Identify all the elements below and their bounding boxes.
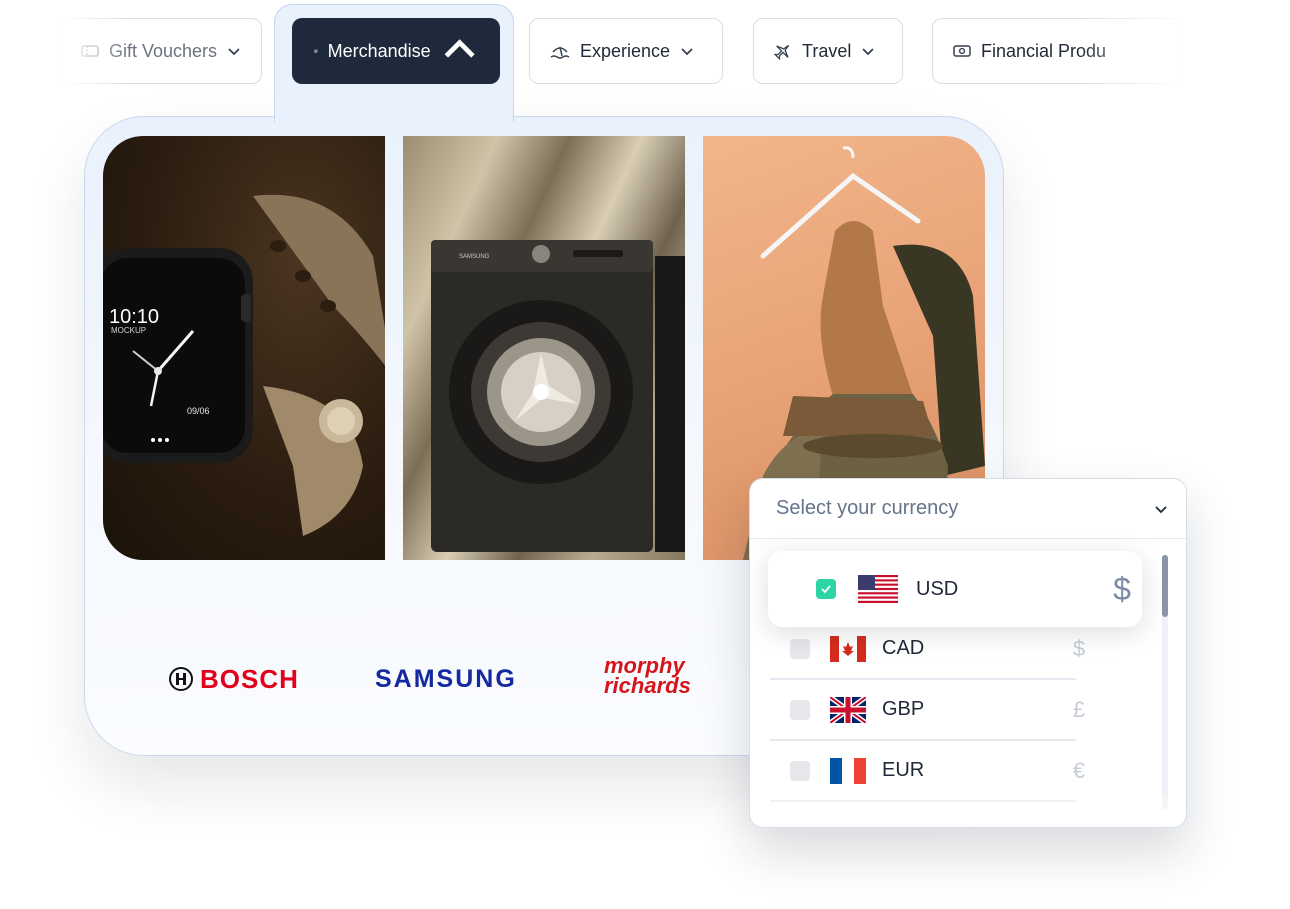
brand-logo-bosch: BOSCH [168, 656, 299, 702]
bosch-logo-icon [169, 667, 193, 691]
tab-label: Experience [580, 40, 671, 61]
samsung-wordmark: SAMSUNG [375, 664, 517, 693]
checkbox-checked[interactable] [816, 579, 836, 599]
stage: { "tabs": { "gift": {"label": "Gift Vouc… [0, 0, 1290, 909]
checkbox[interactable] [790, 638, 810, 659]
tab-label: Travel [802, 40, 852, 61]
currency-option-cad[interactable]: CAD $ [770, 619, 1085, 680]
us-flag-icon [858, 575, 898, 603]
tab-financial-products[interactable]: Financial Produ [932, 18, 1182, 84]
smartwatch-illustration: 10:10 MOCKUP 09/06 [103, 194, 385, 536]
washing-machine-illustration: SAMSUNG [431, 240, 685, 552]
morphy-wordmark-line2: richards [604, 673, 691, 698]
chevron-down-icon [1155, 505, 1167, 513]
currency-symbol: $ [1072, 635, 1086, 661]
tab-label: Financial Produ [981, 40, 1107, 61]
currency-code: GBP [882, 698, 925, 720]
tab-gift-vouchers[interactable]: Gift Vouchers [60, 18, 262, 84]
money-icon [953, 45, 971, 57]
uk-flag-icon [830, 696, 866, 723]
currency-select-header[interactable]: Select your currency [750, 479, 1186, 539]
airplane-icon [774, 44, 790, 60]
currency-placeholder: Select your currency [776, 497, 959, 519]
watch-date: 09/06 [187, 406, 210, 416]
france-flag-icon [830, 757, 866, 784]
currency-code: EUR [882, 759, 925, 781]
tab-experience[interactable]: Experience [529, 18, 723, 84]
currency-dropdown: Select your currency USD $ CAD $ GBP £ E… [749, 478, 1187, 828]
canada-flag-icon [830, 635, 866, 662]
currency-symbol: $ [1113, 570, 1131, 607]
brand-logo-samsung: SAMSUNG [375, 656, 517, 702]
tab-label: Gift Vouchers [108, 40, 218, 61]
store-icon [314, 49, 318, 53]
watch-label: MOCKUP [111, 326, 146, 335]
scrollbar-thumb[interactable] [1162, 555, 1168, 617]
bosch-wordmark: BOSCH [200, 663, 299, 694]
checkbox[interactable] [790, 699, 810, 720]
currency-symbol: € [1072, 757, 1086, 783]
washer-brand-label: SAMSUNG [459, 254, 490, 260]
currency-scrollbar[interactable] [1162, 555, 1168, 811]
watch-time: 10:10 [109, 306, 159, 328]
chevron-up-icon [444, 39, 475, 59]
currency-list: USD $ CAD $ GBP £ EUR € [750, 539, 1186, 827]
currency-symbol: £ [1072, 696, 1086, 722]
currency-code: USD [916, 577, 959, 600]
checkbox[interactable] [790, 760, 810, 781]
brand-logo-morphy-richards: morphy richards [604, 655, 691, 702]
chevron-down-icon [862, 48, 874, 56]
product-image-smartwatch[interactable]: 10:10 MOCKUP 09/06 [103, 136, 385, 560]
tab-merchandise[interactable]: Merchandise [292, 18, 500, 84]
list-fade-overlay [750, 789, 1186, 827]
chevron-down-icon [681, 48, 693, 56]
currency-option-gbp[interactable]: GBP £ [770, 680, 1085, 741]
product-image-washing-machine[interactable]: SAMSUNG [403, 136, 685, 560]
tab-travel[interactable]: Travel [753, 18, 903, 84]
currency-code: CAD [882, 637, 925, 659]
chevron-down-icon [228, 48, 240, 56]
tab-label: Merchandise [327, 40, 431, 61]
currency-option-usd[interactable]: USD $ [768, 551, 1142, 627]
check-icon [821, 585, 831, 594]
voucher-icon [81, 45, 99, 57]
beach-icon [550, 46, 570, 59]
